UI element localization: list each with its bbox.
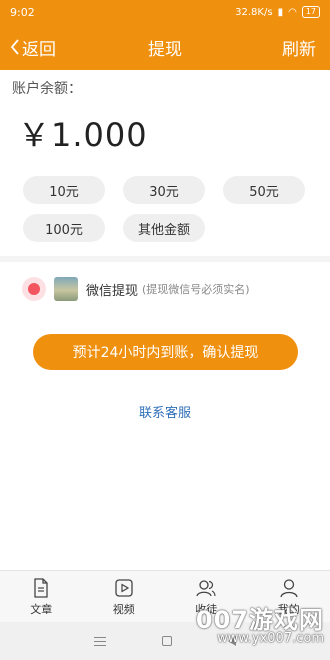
battery-icon: 17 — [301, 6, 320, 18]
amount-option-other[interactable]: 其他金额 — [123, 214, 205, 242]
section-divider — [0, 256, 330, 262]
amount-option-30[interactable]: 30元 — [123, 176, 205, 204]
wechat-withdraw-note: (提现微信号必须实名) — [142, 283, 250, 296]
amount-option-10[interactable]: 10元 — [23, 176, 105, 204]
menu-icon[interactable] — [94, 636, 106, 646]
wechat-avatar — [54, 277, 78, 301]
back-button[interactable]: 返回 — [10, 24, 56, 70]
watermark-main: 007游戏网 — [195, 606, 324, 634]
tab-articles[interactable]: 文章 — [0, 571, 83, 622]
top-nav-bar: 返回 提现 刷新 — [0, 24, 330, 70]
signal-icon: ▮ — [277, 6, 284, 18]
site-watermark: 007游戏网 www.yx007.com — [196, 600, 324, 646]
radio-selected-icon[interactable] — [22, 277, 46, 301]
balance-amount: ￥1.000 — [18, 116, 148, 154]
contact-service-link[interactable]: 联系客服 — [0, 402, 330, 421]
tab-articles-label: 文章 — [30, 602, 53, 616]
withdraw-panel: 账户余额： ￥1.000 10元 30元 50元 100元 其他金额 微信提现 … — [0, 70, 330, 570]
chevron-left-icon — [10, 39, 19, 55]
back-label: 返回 — [22, 39, 56, 60]
amount-option-50[interactable]: 50元 — [223, 176, 305, 204]
confirm-withdraw-button[interactable]: 预计24小时内到账，确认提现 — [33, 334, 298, 370]
status-bar: 9:02 32.8K/s ▮ ◠ 17 — [0, 0, 330, 24]
tab-videos-label: 视频 — [112, 602, 135, 616]
users-icon — [196, 579, 216, 596]
tab-videos[interactable]: 视频 — [83, 571, 166, 622]
home-icon[interactable] — [162, 636, 172, 646]
balance-label: 账户余额： — [12, 81, 82, 97]
wifi-icon: ◠ — [288, 6, 297, 18]
wechat-withdraw-label: 微信提现 — [86, 283, 139, 299]
document-icon — [34, 577, 48, 598]
status-time: 9:02 — [10, 5, 35, 19]
amount-option-100[interactable]: 100元 — [23, 214, 105, 242]
user-icon — [280, 578, 298, 597]
status-icons: 32.8K/s ▮ ◠ 17 — [235, 6, 320, 18]
wechat-withdraw-option[interactable]: 微信提现 (提现微信号必须实名) — [22, 276, 250, 302]
refresh-button[interactable]: 刷新 — [282, 24, 316, 70]
network-speed: 32.8K/s — [235, 6, 273, 18]
video-icon — [115, 578, 133, 597]
